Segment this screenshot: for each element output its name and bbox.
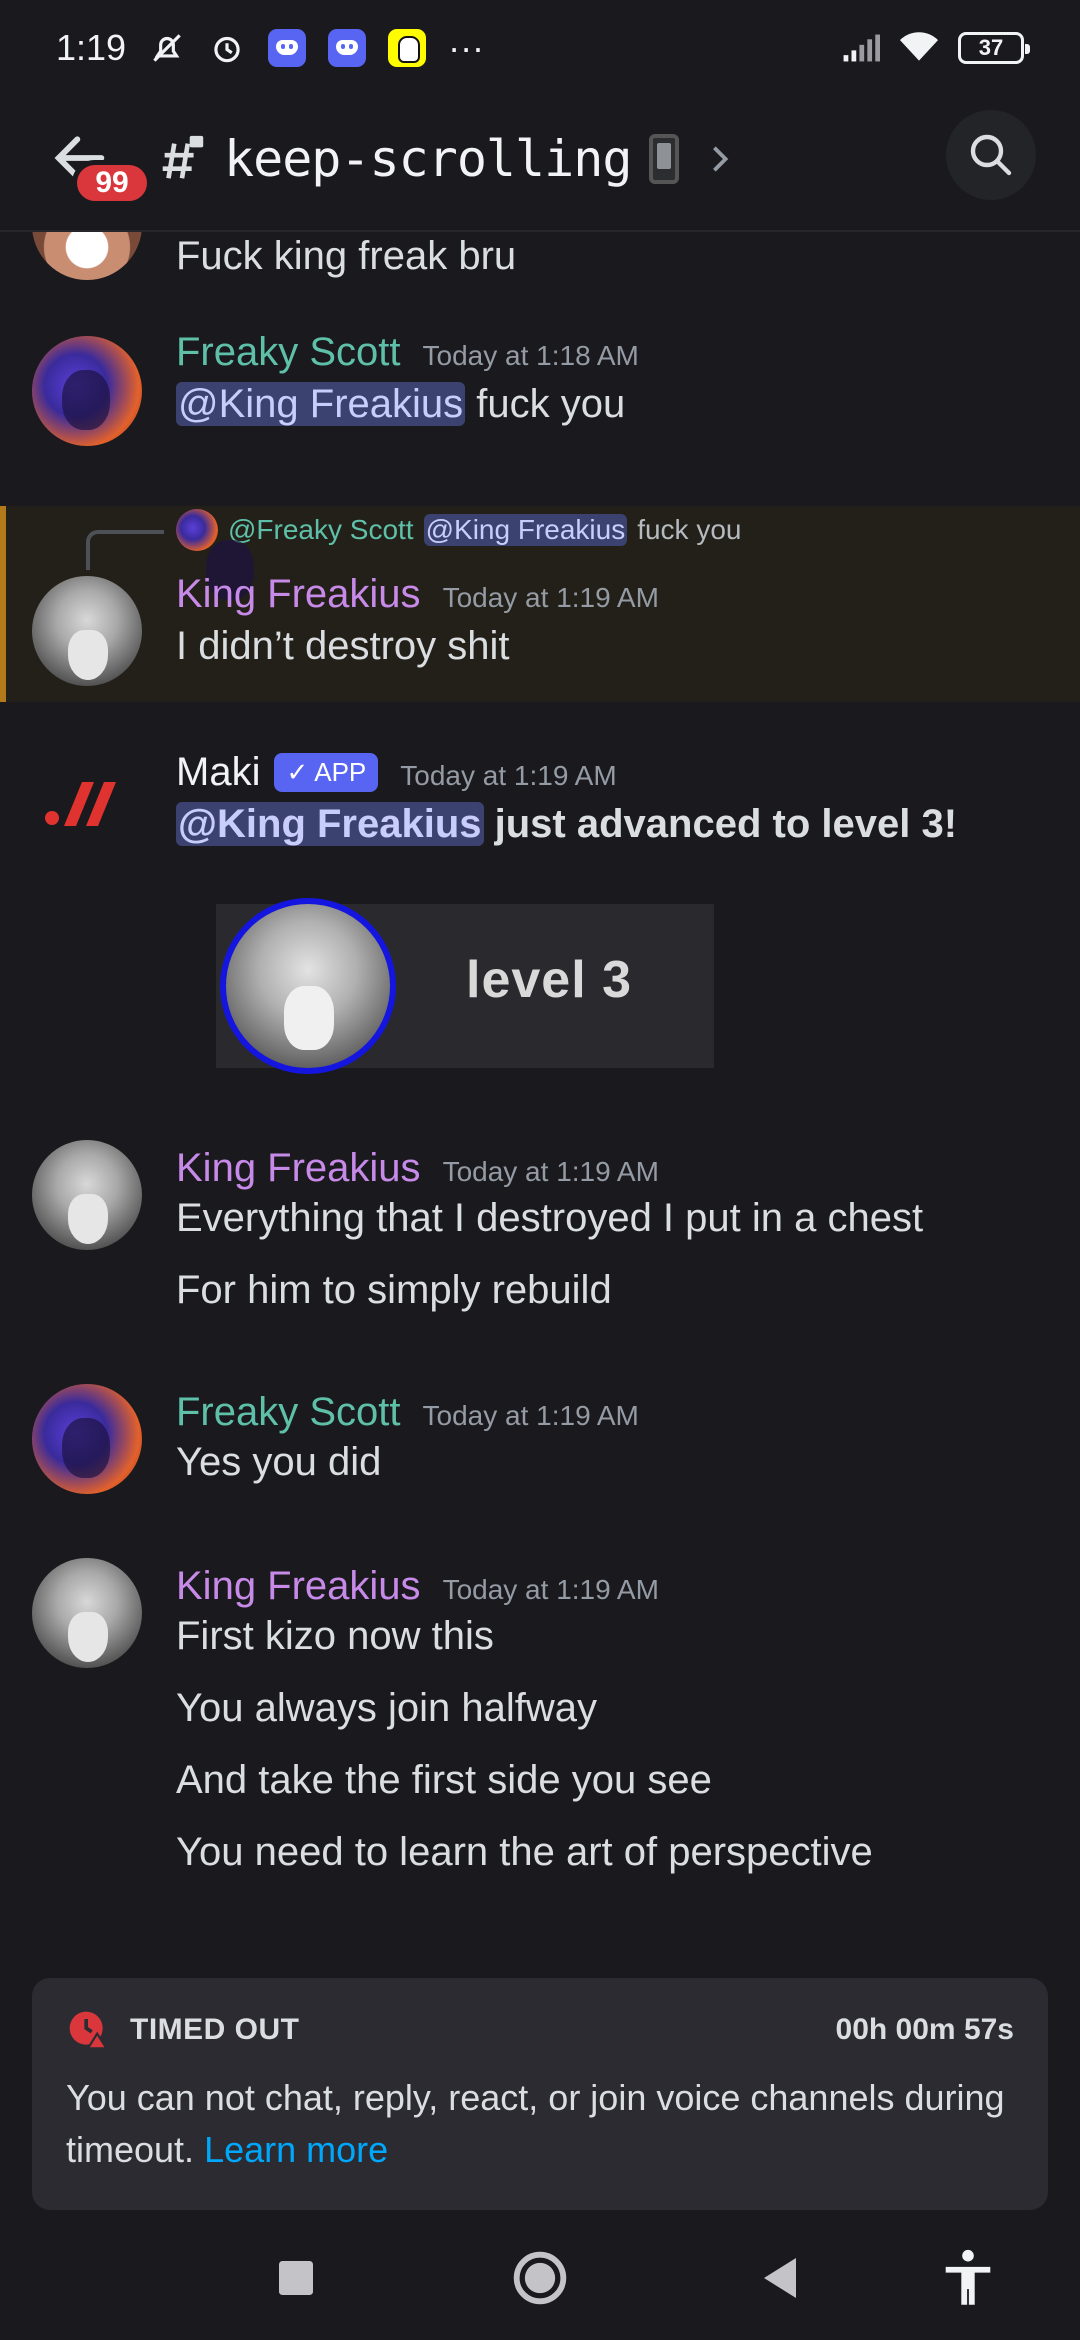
channel-title[interactable]: keep-scrolling bbox=[158, 130, 733, 188]
battery-indicator: 37 bbox=[958, 32, 1030, 64]
message-text: First kizo now this bbox=[176, 1614, 494, 1658]
message-text: I didn’t destroy shit bbox=[176, 624, 510, 668]
reply-avatar bbox=[176, 509, 218, 551]
level-card-avatar bbox=[220, 898, 396, 1074]
message-text: Everything that I destroyed I put in a c… bbox=[176, 1196, 924, 1240]
reply-connector bbox=[86, 530, 164, 570]
wifi-icon bbox=[900, 29, 938, 67]
level-up-card[interactable]: level 3 bbox=[216, 898, 714, 1074]
timeout-title: TIMED OUT bbox=[130, 2013, 300, 2046]
message-text: And take the first side you see bbox=[176, 1758, 712, 1802]
back-nav-button[interactable] bbox=[748, 2246, 812, 2310]
search-icon bbox=[970, 134, 1012, 176]
channel-name: keep-scrolling bbox=[224, 130, 632, 188]
locked-hash-icon bbox=[162, 135, 204, 179]
timestamp: Today at 1:19 AM bbox=[422, 1400, 639, 1431]
reply-author: @Freaky Scott bbox=[228, 514, 414, 545]
user-mention[interactable]: @King Freakius bbox=[176, 382, 466, 426]
user-mention[interactable]: @King Freakius bbox=[176, 802, 484, 846]
silent-icon bbox=[148, 29, 186, 67]
message-text: Fuck king freak bru bbox=[176, 234, 517, 278]
search-button[interactable] bbox=[946, 110, 1036, 200]
learn-more-link[interactable]: Learn more bbox=[204, 2129, 388, 2170]
snapchat-notification-icon bbox=[388, 29, 427, 67]
maki-logo-icon[interactable] bbox=[42, 752, 132, 842]
app-tag: ✓ APP bbox=[274, 753, 379, 792]
square-icon bbox=[279, 2261, 313, 2295]
reply-reference[interactable]: @Freaky Scott @King Freakius fuck you bbox=[176, 506, 741, 554]
avatar[interactable] bbox=[32, 1384, 142, 1494]
alarm-icon bbox=[208, 29, 246, 67]
timeout-countdown: 00h 00m 57s bbox=[835, 2013, 1014, 2046]
status-bar: 1:19 ··· 37 bbox=[0, 0, 1080, 96]
message-text: For him to simply rebuild bbox=[176, 1268, 612, 1312]
unread-mention-badge: 99 bbox=[72, 160, 152, 206]
avatar[interactable] bbox=[32, 232, 142, 280]
accessibility-icon bbox=[945, 2249, 991, 2305]
mobile-phone-emoji bbox=[649, 134, 680, 184]
message-list[interactable]: Fuck king freak bru Freaky Scott Today a… bbox=[0, 232, 1080, 1972]
triangle-back-icon bbox=[764, 2258, 796, 2298]
avatar[interactable] bbox=[32, 1140, 142, 1250]
reply-preview-text: fuck you bbox=[637, 514, 742, 545]
clock: 1:19 bbox=[56, 27, 127, 68]
recents-button[interactable] bbox=[264, 2246, 328, 2310]
system-nav-bar bbox=[0, 2218, 1080, 2340]
timeout-notice: TIMED OUT 00h 00m 57s You can not chat, … bbox=[32, 1978, 1048, 2210]
user-mention: @King Freakius bbox=[423, 514, 628, 546]
message-text: You always join halfway bbox=[176, 1686, 597, 1730]
channel-header: 99 keep-scrolling bbox=[0, 96, 1080, 232]
message-text: @King Freakius fuck you bbox=[176, 382, 626, 426]
timeout-clock-icon bbox=[69, 2011, 109, 2050]
avatar[interactable] bbox=[32, 336, 142, 446]
accessibility-button[interactable] bbox=[936, 2246, 1000, 2310]
message-text: @King Freakius just advanced to level 3! bbox=[176, 802, 958, 846]
check-icon: ✓ bbox=[286, 757, 309, 787]
more-notifications-icon: ··· bbox=[448, 27, 485, 68]
discord-notification-icon bbox=[328, 29, 367, 67]
home-circle-icon bbox=[513, 2251, 567, 2305]
message-text: Yes you did bbox=[176, 1440, 382, 1484]
avatar[interactable] bbox=[32, 576, 142, 686]
chevron-right-icon bbox=[713, 146, 729, 172]
discord-notification-icon bbox=[268, 29, 307, 67]
avatar[interactable] bbox=[32, 1558, 142, 1668]
message-text: You need to learn the art of perspective bbox=[176, 1830, 873, 1874]
home-button[interactable] bbox=[508, 2246, 572, 2310]
signal-icon bbox=[842, 29, 880, 67]
level-label: level 3 bbox=[466, 951, 633, 1009]
